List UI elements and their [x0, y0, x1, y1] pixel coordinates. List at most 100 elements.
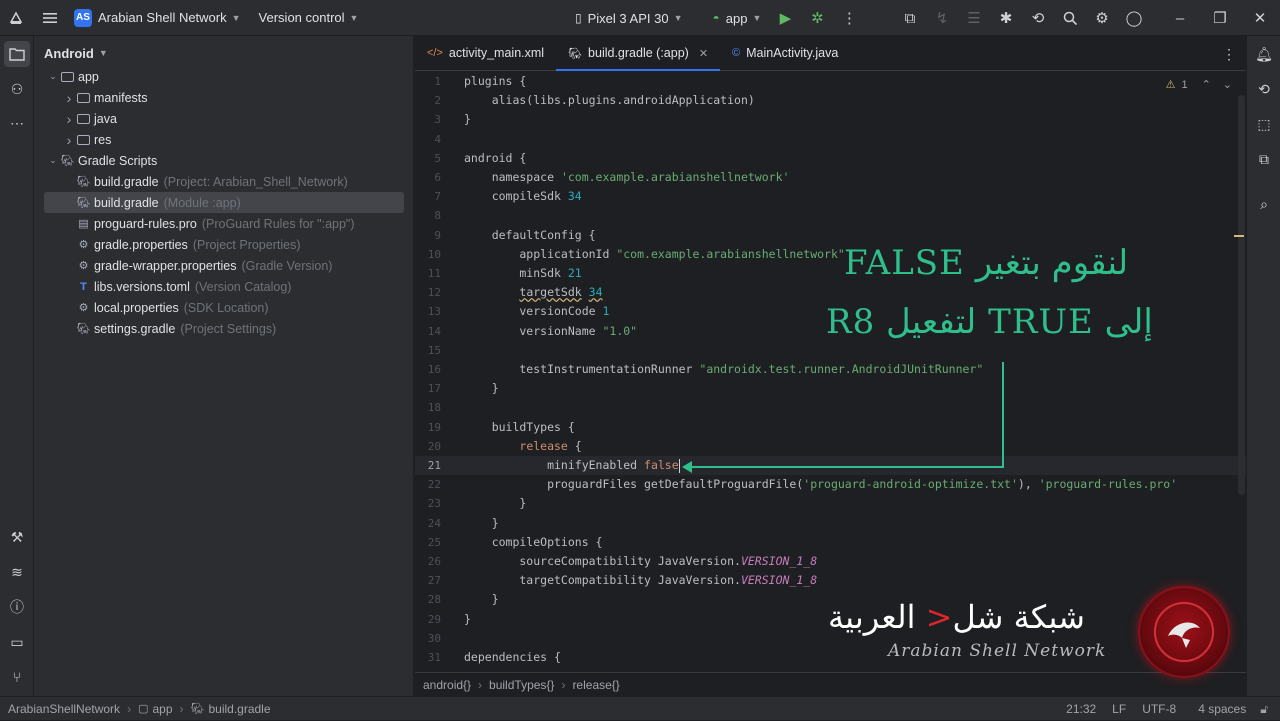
chevron-down-icon[interactable]: ⌄ [46, 71, 60, 82]
path-item[interactable]: build.gradle [208, 702, 270, 716]
tree-item[interactable]: ⚙ gradle-wrapper.properties (Gradle Versio… [44, 255, 404, 276]
terminal-icon[interactable]: ▭ [4, 629, 30, 655]
close-icon[interactable]: ✕ [1240, 0, 1280, 36]
code-line[interactable]: 4 [415, 130, 1246, 149]
chevron-right-icon[interactable]: › [62, 132, 76, 148]
code-line[interactable]: 6 namespace 'com.example.arabianshellnet… [415, 168, 1246, 187]
code-line[interactable]: 25 compileOptions { [415, 533, 1246, 552]
line-number: 3 [434, 113, 441, 127]
project-tool-icon[interactable] [4, 41, 30, 67]
editor-scrollbar[interactable] [1238, 95, 1245, 495]
gear-icon[interactable]: ⚙ [1086, 0, 1118, 36]
folder-icon [60, 70, 75, 83]
path-item[interactable]: app [152, 702, 172, 716]
code-text: dependencies { [464, 648, 561, 667]
android-studio-logo-icon[interactable] [0, 0, 32, 36]
tree-item[interactable]: 🐘︎ build.gradle (Project: Arabian_Shell_Ne… [44, 171, 404, 192]
code-token: buildTypes { [464, 419, 575, 434]
path-item[interactable]: ArabianShellNetwork [8, 702, 120, 716]
project-view-selector[interactable]: Android ▼ [34, 36, 413, 70]
code-line[interactable]: 22 proguardFiles getDefaultProguardFile(… [415, 475, 1246, 494]
gradle-tool-icon[interactable]: ⟲ [1251, 76, 1277, 102]
tree-item[interactable]: › res [44, 129, 404, 150]
code-line[interactable]: 5 android { [415, 149, 1246, 168]
project-selector[interactable]: Arabian Shell Network ▼ [98, 10, 241, 25]
device-manager-icon[interactable]: ⧉ [894, 0, 926, 36]
tree-item[interactable]: › java [44, 108, 404, 129]
code-line[interactable]: 18 [415, 398, 1246, 417]
run-icon[interactable]: ▶ [769, 0, 801, 36]
sdk-manager-icon[interactable]: ✱ [990, 0, 1022, 36]
minimize-icon[interactable]: – [1160, 0, 1200, 36]
file-encoding[interactable]: UTF-8 [1142, 702, 1176, 716]
code-line[interactable]: 26 sourceCompatibility JavaVersion.VERSI… [415, 552, 1246, 571]
code-token: dependencies { [464, 650, 561, 664]
code-line[interactable]: 7 compileSdk 34 [415, 187, 1246, 206]
device-selector[interactable]: ▯ Pixel 3 API 30 ▼ [575, 11, 682, 26]
line-number: 6 [434, 171, 441, 184]
code-line[interactable]: 8 [415, 206, 1246, 225]
code-text: } [464, 610, 471, 629]
code-line[interactable]: 20 release { [415, 437, 1246, 456]
run-config-selector[interactable]: ◓ app ▼ [712, 11, 761, 26]
code-line[interactable]: 17 } [415, 379, 1246, 398]
more-actions-icon[interactable]: ⋮ [833, 0, 865, 36]
debug-icon[interactable]: ✲ [801, 0, 833, 36]
code-line[interactable]: 2 alias(libs.plugins.androidApplication) [415, 91, 1246, 110]
breadcrumb-item[interactable]: buildTypes{} [489, 678, 554, 692]
code-token: VERSION_1_8 [740, 554, 818, 568]
notifications-icon[interactable]: 🔔︎ [1251, 41, 1277, 67]
gradle-sync-icon[interactable]: ⟲ [1022, 0, 1054, 36]
logcat-icon[interactable]: ≋ [4, 559, 30, 585]
tree-item[interactable]: ⚙ gradle.properties (Project Properties) [44, 234, 404, 255]
chevron-right-icon[interactable]: › [62, 111, 76, 127]
code-line[interactable]: 12 targetSdk 34 [415, 283, 1246, 302]
git-icon[interactable]: ⑂ [4, 664, 30, 690]
tree-item[interactable]: ⚙ local.properties (SDK Location) [44, 297, 404, 318]
breadcrumb-item[interactable]: android{} [423, 678, 471, 692]
warning-marker[interactable] [1234, 235, 1244, 237]
code-line[interactable]: 9 defaultConfig { [415, 226, 1246, 245]
lock-icon[interactable]: 🔓︎ [1260, 702, 1268, 717]
tree-item[interactable]: Tlibs.versions.toml (Version Catalog) [44, 276, 404, 297]
code-line[interactable]: 31 dependencies { [415, 648, 1246, 667]
tree-item[interactable]: 🐘︎ build.gradle (Module :app) [44, 192, 404, 213]
caret-position[interactable]: 21:32 [1066, 702, 1096, 716]
running-devices-icon[interactable]: ⧉ [1251, 146, 1277, 172]
code-text: namespace 'com.example.arabianshellnetwo… [464, 168, 790, 187]
chevron-right-icon[interactable]: › [62, 90, 76, 106]
more-tools-icon[interactable]: ⋯ [4, 110, 30, 136]
device-explorer-icon[interactable]: ⬚ [1251, 111, 1277, 137]
account-icon[interactable]: ◯ [1118, 0, 1150, 36]
code-line[interactable]: 24 } [415, 514, 1246, 533]
code-line[interactable]: 19 buildTypes { [415, 418, 1246, 437]
code-line[interactable]: 27 targetCompatibility JavaVersion.VERSI… [415, 571, 1246, 590]
search-icon[interactable] [1054, 0, 1086, 36]
path-separator: › [179, 701, 184, 716]
problems-icon[interactable]: ⓘ [4, 594, 30, 620]
indent-setting[interactable]: 4 spaces [1198, 702, 1246, 716]
app-inspection-icon[interactable]: ⌕ [1251, 191, 1277, 217]
restore-icon[interactable]: ❐ [1200, 0, 1240, 36]
code-line[interactable]: 1 plugins { [415, 72, 1246, 91]
build-variants-icon[interactable]: ⚒ [4, 524, 30, 550]
tree-item[interactable]: ⌄ 🐘︎ Gradle Scripts [44, 150, 404, 171]
vcs-menu[interactable]: Version control ▼ [259, 10, 359, 25]
main-menu-icon[interactable] [34, 0, 66, 36]
chevron-down-icon[interactable]: ⌄ [46, 155, 60, 166]
tree-item[interactable]: 🐘︎ settings.gradle (Project Settings) [44, 318, 404, 339]
code-line[interactable]: 15 [415, 341, 1246, 360]
tree-item[interactable]: ▤ proguard-rules.pro (ProGuard Rules for "… [44, 213, 404, 234]
line-separator[interactable]: LF [1112, 702, 1126, 716]
apply-changes-icon[interactable]: ↯ [926, 0, 958, 36]
sync-icon[interactable]: ☰ [958, 0, 990, 36]
resource-manager-icon[interactable]: ⚇ [4, 76, 30, 102]
tree-item[interactable]: ⌄ app [44, 66, 404, 87]
breadcrumb-item[interactable]: release{} [572, 678, 619, 692]
code-line[interactable]: 23 } [415, 494, 1246, 513]
code-line[interactable]: 16 testInstrumentationRunner "androidx.t… [415, 360, 1246, 379]
gradle-icon: 🐘︎ [76, 323, 91, 335]
tree-item-label: local.properties [94, 300, 179, 315]
code-line[interactable]: 3} [415, 110, 1246, 129]
tree-item[interactable]: › manifests [44, 87, 404, 108]
